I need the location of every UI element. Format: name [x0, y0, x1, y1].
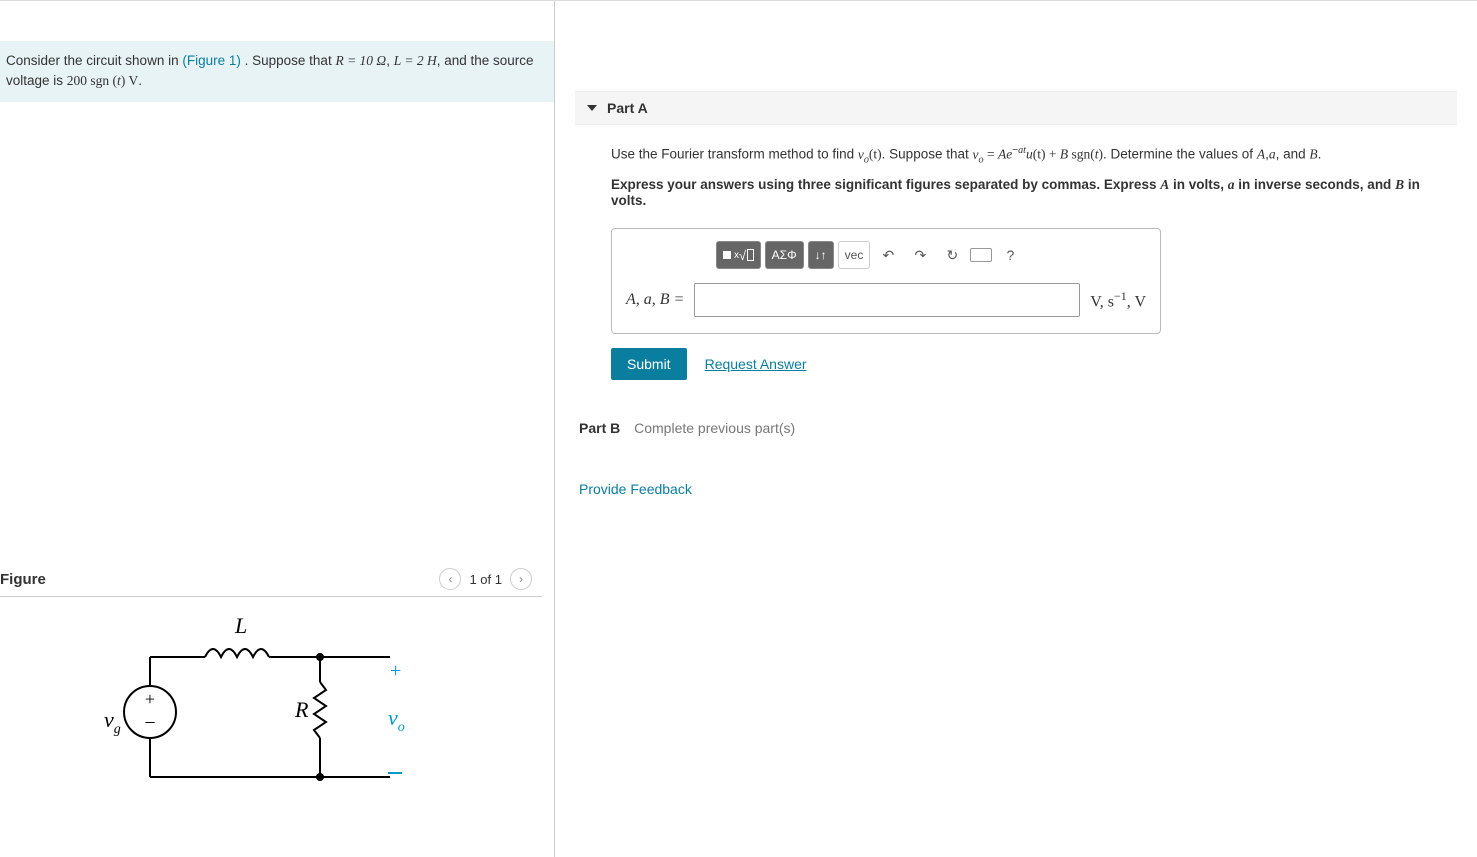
- figure-counter: 1 of 1: [469, 572, 502, 587]
- figure-nav: ‹ 1 of 1 ›: [439, 568, 532, 590]
- undo-button[interactable]: ↶: [874, 241, 902, 269]
- figure-next-button[interactable]: ›: [510, 568, 532, 590]
- vec-button[interactable]: vec: [838, 241, 871, 269]
- figure-prev-button[interactable]: ‹: [439, 568, 461, 590]
- answer-input[interactable]: [694, 283, 1080, 317]
- part-b-message: Complete previous part(s): [634, 420, 795, 436]
- sep: ,: [386, 53, 394, 68]
- part-a-instruction: Use the Fourier transform method to find…: [611, 145, 1427, 165]
- circuit-diagram: + − L R vg + vo: [0, 597, 554, 857]
- period: .: [138, 73, 142, 88]
- part-b-row: Part B Complete previous part(s): [575, 420, 1457, 436]
- answer-units: V, s−1, V: [1090, 289, 1146, 311]
- problem-text: . Suppose that: [245, 53, 336, 68]
- source-label: vg: [104, 707, 121, 737]
- answer-box: x√ ΑΣΦ ↓↑ vec ↶ ↷ ↻ ? A, a, B = V, s−1, …: [611, 228, 1161, 334]
- problem-text: Consider the circuit shown in: [6, 53, 182, 68]
- R-equation: R = 10 Ω: [335, 53, 386, 68]
- help-button[interactable]: ?: [996, 241, 1024, 269]
- templates-button[interactable]: x√: [716, 241, 761, 269]
- keyboard-button[interactable]: [970, 248, 992, 262]
- figure-link[interactable]: (Figure 1): [182, 53, 241, 68]
- submit-button[interactable]: Submit: [611, 348, 687, 380]
- inductor-label: L: [234, 613, 247, 638]
- collapse-icon: [587, 105, 597, 111]
- part-b-title: Part B: [579, 420, 620, 436]
- equation-toolbar: x√ ΑΣΦ ↓↑ vec ↶ ↷ ↻ ?: [716, 241, 1146, 269]
- part-a-title: Part A: [607, 100, 648, 116]
- figure-title: Figure: [0, 571, 46, 588]
- svg-text:+: +: [145, 689, 155, 709]
- request-answer-link[interactable]: Request Answer: [705, 356, 807, 372]
- provide-feedback-link[interactable]: Provide Feedback: [579, 481, 692, 497]
- answer-label: A, a, B =: [626, 291, 684, 309]
- subscript-button[interactable]: ↓↑: [808, 241, 834, 269]
- part-a-format-instruction: Express your answers using three signifi…: [611, 177, 1427, 208]
- greek-button[interactable]: ΑΣΦ: [765, 241, 804, 269]
- L-equation: L = 2 H: [394, 53, 437, 68]
- redo-button[interactable]: ↷: [906, 241, 934, 269]
- output-voltage-label: vo: [388, 705, 405, 735]
- part-a-header[interactable]: Part A: [575, 91, 1457, 125]
- problem-statement: Consider the circuit shown in (Figure 1)…: [0, 41, 554, 102]
- source-voltage: 200 sgn (t) V: [67, 73, 138, 88]
- svg-text:+: +: [390, 660, 401, 682]
- reset-button[interactable]: ↻: [938, 241, 966, 269]
- resistor-label: R: [294, 697, 309, 722]
- svg-text:−: −: [144, 712, 155, 734]
